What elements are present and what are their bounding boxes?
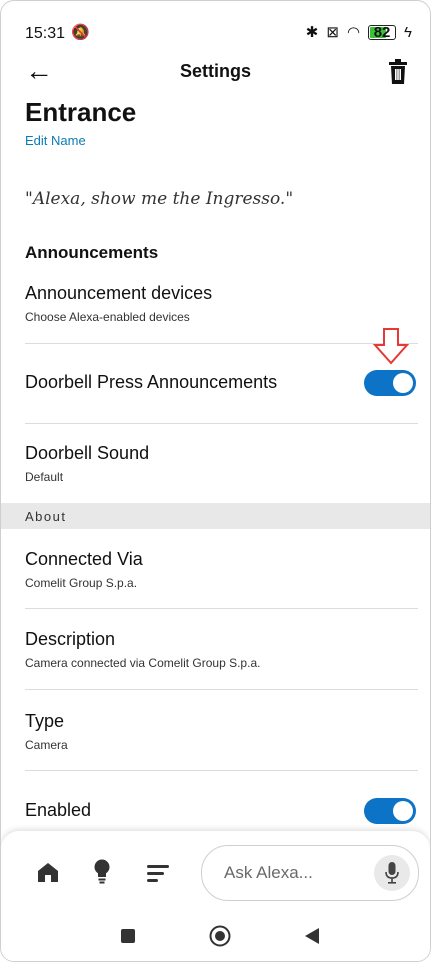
toggle-knob <box>393 373 413 393</box>
home-circle-icon[interactable] <box>209 925 231 947</box>
voice-hint: "Alexa, show me the Ingresso." <box>25 189 294 209</box>
trash-icon[interactable] <box>388 59 408 85</box>
divider <box>25 343 418 344</box>
enabled-label: Enabled <box>25 800 92 820</box>
connected-via-value: Comelit Group S.p.a. <box>25 576 138 590</box>
toggle-knob <box>393 801 413 821</box>
description-label: Description <box>25 629 116 649</box>
announcement-devices-row[interactable]: Announcement devices Choose Alexa-enable… <box>25 283 418 324</box>
type-label: Type <box>25 711 65 731</box>
battery-icon: 82 <box>368 23 397 41</box>
dnd-off-icon: 🔕 <box>71 24 90 41</box>
connected-via-row: Connected Via Comelit Group S.p.a. <box>25 549 418 590</box>
enabled-toggle[interactable] <box>364 798 416 824</box>
recent-apps-icon[interactable] <box>121 929 135 943</box>
app-screen: 15:31 🔕 ✱ ⊠ ◠ 82 ϟ ← Settings Entrance E… <box>0 0 431 962</box>
announcements-section-title: Announcements <box>25 243 159 262</box>
wifi-icon: ◠ <box>346 24 361 41</box>
app-header: ← Settings <box>1 53 430 93</box>
description-value: Camera connected via Comelit Group S.p.a… <box>25 656 261 670</box>
page-title: Settings <box>179 61 251 81</box>
list-icon[interactable] <box>147 863 171 883</box>
doorbell-press-label: Doorbell Press Announcements <box>25 372 278 392</box>
back-triangle-icon[interactable] <box>305 928 319 944</box>
ask-alexa-placeholder: Ask Alexa... <box>224 863 313 882</box>
device-name: Entrance <box>25 97 137 127</box>
ask-alexa-input[interactable]: Ask Alexa... <box>201 845 419 901</box>
bluetooth-icon: ✱ <box>305 24 319 41</box>
doorbell-press-toggle[interactable] <box>364 370 416 396</box>
system-navigation <box>1 915 430 961</box>
divider <box>25 689 418 690</box>
type-value: Camera <box>25 738 68 752</box>
description-row: Description Camera connected via Comelit… <box>25 629 418 670</box>
about-section-title: About <box>25 509 67 524</box>
screen-icon: ⊠ <box>326 24 339 41</box>
divider <box>25 770 418 771</box>
doorbell-sound-value: Default <box>25 470 64 484</box>
announcement-devices-label: Announcement devices <box>25 283 213 303</box>
edit-name-link[interactable]: Edit Name <box>25 133 86 148</box>
type-row: Type Camera <box>25 711 418 752</box>
bottom-navigation: Ask Alexa... <box>1 831 430 915</box>
divider <box>25 423 418 424</box>
doorbell-sound-label: Doorbell Sound <box>25 443 150 463</box>
lightbulb-icon[interactable] <box>93 859 111 885</box>
about-section-header: About <box>1 503 430 529</box>
microphone-icon <box>385 862 399 884</box>
enabled-row: Enabled <box>25 800 418 821</box>
connected-via-label: Connected Via <box>25 549 143 569</box>
doorbell-sound-row[interactable]: Doorbell Sound Default <box>25 443 418 484</box>
divider <box>25 608 418 609</box>
status-time: 15:31 <box>25 25 66 42</box>
home-icon[interactable] <box>37 861 59 883</box>
microphone-button[interactable] <box>374 855 410 891</box>
charging-icon: ϟ <box>404 23 412 41</box>
announcement-devices-sub: Choose Alexa-enabled devices <box>25 310 190 324</box>
annotation-arrow-icon <box>372 328 410 365</box>
battery-level: 82 <box>373 23 391 41</box>
doorbell-press-row: Doorbell Press Announcements <box>25 372 418 393</box>
